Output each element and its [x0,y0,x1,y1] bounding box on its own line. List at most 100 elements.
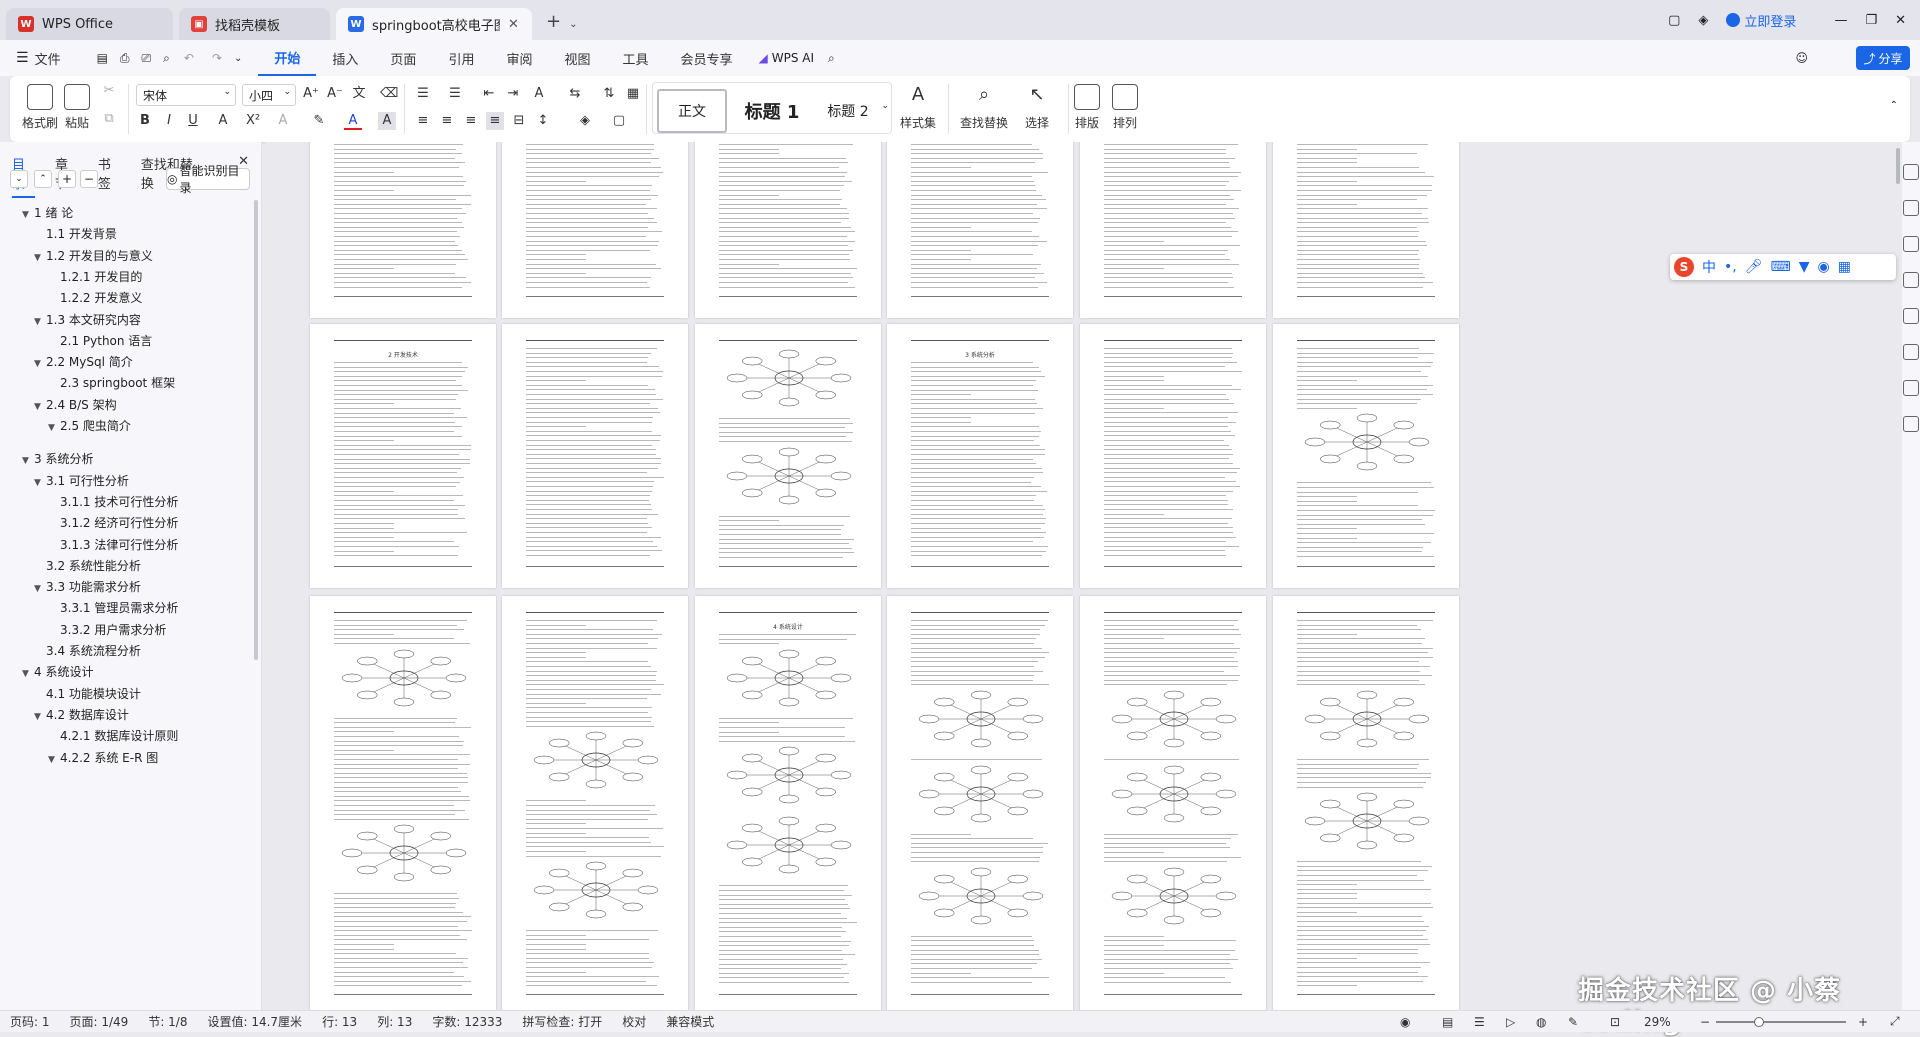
highlight-icon[interactable]: ✎ [310,112,328,130]
toc-item[interactable]: ▼ 1 绪 论 [22,204,73,221]
share-icon[interactable] [1903,272,1919,288]
toc-item[interactable]: 1.1 开发背景 [34,225,117,242]
align-center-icon[interactable]: ≡ [438,112,456,130]
style-heading-1[interactable]: 标题 1 [733,89,811,133]
status-spellcheck[interactable]: 拼写检查: 打开 [512,1013,612,1030]
zoom-in-icon[interactable]: + [1858,1015,1868,1029]
toc-caret-icon[interactable]: ▼ [34,478,46,488]
help-icon[interactable] [1903,344,1919,360]
menu-page[interactable]: 页面 [374,40,432,76]
font-name-combo[interactable]: 宋体 ⌄ [136,84,236,106]
undo-icon[interactable]: ↶ [184,51,194,65]
menu-review[interactable]: 审阅 [490,40,548,76]
toc-caret-icon[interactable]: ▼ [22,456,34,466]
tab-wps-office[interactable]: W WPS Office [6,8,174,40]
document-page[interactable] [310,596,496,1010]
ime-toolbar[interactable]: S 中 •, 🎤︎ ⌨ ▼ ◉ ▦ [1670,254,1896,280]
smart-toc-button[interactable]: ◎ 智能识别目录 [166,164,250,195]
pane-scrollbar[interactable] [254,200,258,660]
document-page[interactable] [310,142,496,318]
toc-item[interactable]: 3.2 系统性能分析 [34,557,141,574]
document-page[interactable] [1273,142,1459,318]
shrink-font-icon[interactable]: A⁻ [326,85,344,103]
shading-icon[interactable]: ◈ [576,112,594,130]
decrease-indent-icon[interactable]: ⇤ [480,85,498,103]
toc-item[interactable]: 3.1.3 法律可行性分析 [48,536,178,553]
menu-tools[interactable]: 工具 [606,40,664,76]
status-setting[interactable]: 设置值: 14.7厘米 [197,1013,312,1030]
cube-icon[interactable]: ◈ [1698,13,1708,28]
document-page[interactable] [695,324,881,588]
superscript-icon[interactable]: X² [244,112,262,130]
document-page[interactable] [1080,142,1266,318]
paste-button[interactable]: 粘贴 [64,84,90,131]
toc-item[interactable]: 1.2.2 开发意义 [48,289,142,306]
expand-all-button[interactable]: ⌃ [34,170,52,188]
minimize-icon[interactable]: — [1834,13,1847,28]
align-left-icon[interactable]: ≡ [414,112,432,130]
toc-item[interactable]: 3.1.2 经济可行性分析 [48,514,178,531]
fullscreen-icon[interactable]: ⤢ [1890,1014,1900,1029]
menu-file[interactable]: 文件 [29,40,77,76]
outline-view-icon[interactable]: ☰ [1474,1015,1485,1029]
grow-font-icon[interactable]: A⁺ [302,85,320,103]
document-page[interactable] [502,596,688,1010]
document-page[interactable] [887,596,1073,1010]
status-page-of[interactable]: 页面: 1/49 [60,1013,139,1030]
redo-icon[interactable]: ↷ [212,51,222,65]
toc-item[interactable]: ▼ 2.4 B/S 架构 [34,396,117,413]
document-page[interactable] [1273,596,1459,1010]
toc-caret-icon[interactable]: ▼ [34,402,46,412]
font-color-icon[interactable]: A [344,112,362,130]
line-spacing-icon[interactable]: ↕ [534,112,552,130]
toc-caret-icon[interactable]: ▼ [34,253,46,263]
arrange-button[interactable]: 排列 [1112,84,1138,131]
layout-button[interactable]: 排版 [1074,84,1100,131]
toc-caret-icon[interactable]: ▼ [48,423,60,433]
web-view-icon[interactable]: ◍ [1536,1015,1546,1029]
select-button[interactable]: ↖ 选择 [1024,84,1050,131]
zoom-slider-thumb[interactable] [1754,1017,1764,1027]
tune-icon[interactable] [1903,236,1919,252]
toc-item[interactable]: ▼ 3.1 可行性分析 [34,472,129,489]
italic-icon[interactable]: I [160,112,178,130]
status-words[interactable]: 字数: 12333 [422,1013,512,1030]
document-page[interactable]: 4 系统设计 [695,596,881,1010]
tab-bookmark[interactable]: 书签 [98,154,121,198]
menu-member[interactable]: 会员专享 [665,40,749,76]
toc-item[interactable]: ▼ 4.2.2 系统 E-R 图 [48,749,158,766]
strikethrough-icon[interactable]: A [214,112,232,130]
page-view-icon[interactable]: ▤ [1442,1015,1453,1029]
document-page[interactable] [1080,596,1266,1010]
zoom-out-icon[interactable]: − [1700,1015,1710,1029]
menu-view[interactable]: 视图 [548,40,606,76]
tools-icon[interactable] [1903,308,1919,324]
char-shading-icon[interactable]: A [378,112,396,130]
collapse-ribbon-icon[interactable]: ⌃ [1890,100,1898,111]
toc-item[interactable]: ▼ 1.2 开发目的与意义 [34,247,153,264]
preview-icon[interactable]: ⌕ [163,51,170,66]
pen-icon[interactable]: ✎ [1568,1015,1578,1029]
phonetic-icon[interactable]: 文 [350,85,368,103]
sort-icon[interactable]: ⇅ [600,85,618,103]
toc-item[interactable]: 2.3 springboot 框架 [48,374,175,391]
toc-caret-icon[interactable]: ▼ [22,669,34,679]
text-effect-icon[interactable]: A [274,112,292,130]
document-page[interactable]: 3 系统分析 [887,324,1073,588]
align-right-icon[interactable]: ≡ [462,112,480,130]
window-layout-icon[interactable]: ▢ [1668,13,1680,28]
toc-item[interactable]: ▼ 1.3 本文研究内容 [34,311,141,328]
toc-item[interactable]: 1.2.1 开发目的 [48,268,142,285]
document-page[interactable] [502,142,688,318]
style-heading-2[interactable]: 标题 2 [815,89,881,133]
menu-reference[interactable]: 引用 [432,40,490,76]
toc-item[interactable]: 3.4 系统流程分析 [34,642,141,659]
tab-docer[interactable]: ▣ 找稻壳模板 [179,8,331,40]
comment-icon[interactable]: ☺ [1795,51,1808,65]
copy-icon[interactable]: ⧉ [100,110,118,128]
bold-icon[interactable]: B [136,112,154,130]
justify-icon[interactable]: ≡ [486,112,504,130]
underline-icon[interactable]: U [184,112,202,130]
toc-item[interactable]: 3.1.1 技术可行性分析 [48,493,178,510]
edit-icon[interactable] [1903,164,1919,180]
